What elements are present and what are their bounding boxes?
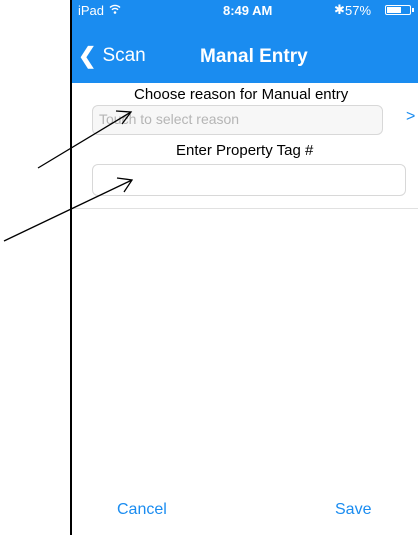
chevron-left-icon: ❮ (78, 43, 97, 68)
device-screen: iPad 8:49 AM ✱ 57% ❮ Scan Manal Entry Ch… (70, 0, 418, 535)
property-tag-input[interactable] (92, 164, 406, 196)
back-button[interactable]: ❮ Scan (78, 45, 146, 67)
divider (72, 208, 418, 209)
battery-percent: 57% (345, 3, 372, 18)
clock-label: 8:49 AM (223, 3, 273, 18)
status-bar: iPad 8:49 AM ✱ 57% (72, 0, 418, 22)
save-button[interactable]: Save (335, 501, 371, 519)
header-bar: iPad 8:49 AM ✱ 57% ❮ Scan Manal Entry (72, 0, 418, 83)
wifi-icon (109, 4, 121, 14)
battery-icon (385, 5, 414, 15)
page: iPad 8:49 AM ✱ 57% ❮ Scan Manal Entry Ch… (0, 0, 418, 535)
carrier-label: iPad (78, 3, 105, 18)
chevron-right-icon[interactable]: > (406, 108, 415, 126)
bluetooth-icon: ✱ (334, 2, 345, 17)
reason-select[interactable]: Touch to select reason (92, 105, 383, 135)
cancel-button[interactable]: Cancel (117, 501, 167, 519)
back-button-label: Scan (102, 45, 146, 66)
page-title: Manal Entry (200, 46, 308, 67)
property-tag-label: Enter Property Tag # (176, 142, 314, 159)
nav-bar: ❮ Scan Manal Entry (72, 34, 418, 78)
reason-label: Choose reason for Manual entry (134, 86, 349, 103)
